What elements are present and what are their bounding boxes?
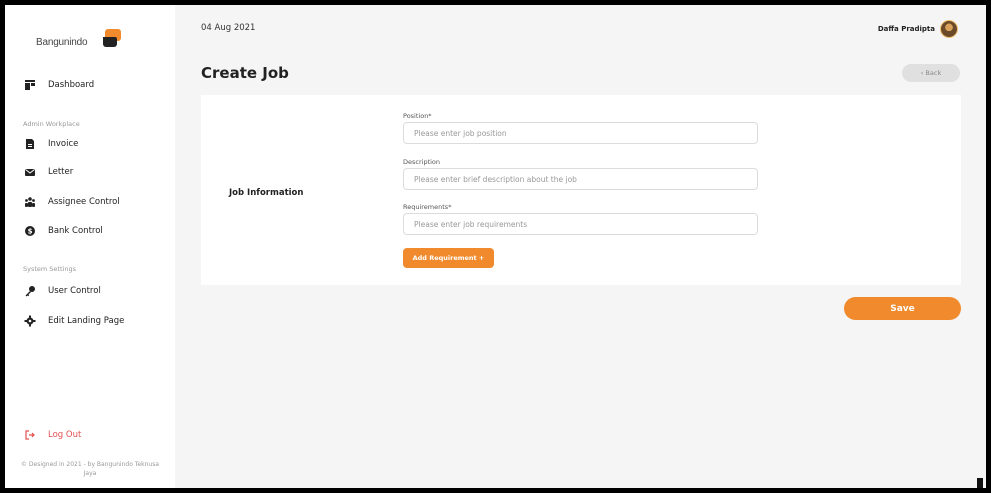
requirements-input[interactable] — [403, 213, 758, 235]
svg-text:$: $ — [28, 228, 33, 236]
position-input[interactable] — [403, 122, 758, 144]
footer-copyright: © Designed in 2021 - by Bangunindo Teknu… — [20, 461, 159, 477]
users-icon — [23, 195, 37, 209]
sidebar-item-label: Invoice — [48, 139, 79, 149]
description-input[interactable] — [403, 168, 758, 190]
back-button[interactable]: ‹ Back — [902, 64, 960, 82]
dashboard-icon — [23, 78, 37, 92]
sidebar: Bangunindo Dashboard Admin Workplace Inv… — [5, 5, 175, 488]
app-window: Bangunindo Dashboard Admin Workplace Inv… — [5, 5, 986, 488]
sidebar-item-dashboard[interactable]: Dashboard — [23, 75, 94, 95]
sidebar-item-label: Dashboard — [48, 80, 95, 90]
dollar-icon: $ — [23, 224, 37, 238]
requirements-label: Requirements* — [403, 203, 452, 211]
brand-name: Bangunindo — [36, 37, 88, 48]
sidebar-item-assignee-control[interactable]: Assignee Control — [23, 192, 120, 212]
current-date: 04 Aug 2021 — [201, 23, 256, 33]
gear-icon — [23, 314, 37, 328]
job-form-card: Job Information Position* Description Re… — [201, 95, 961, 285]
description-label: Description — [403, 158, 441, 166]
user-name: Daffa Pradipta — [877, 25, 935, 33]
sidebar-item-invoice[interactable]: Invoice — [23, 134, 78, 154]
page-title: Create Job — [201, 64, 289, 82]
section-title: Job Information — [229, 188, 304, 198]
save-button[interactable]: Save — [844, 297, 961, 320]
corner-marker — [977, 478, 983, 488]
sidebar-item-edit-landing-page[interactable]: Edit Landing Page — [23, 311, 124, 331]
add-requirement-button[interactable]: Add Requirement + — [403, 248, 494, 268]
logout-label: Log Out — [48, 430, 82, 440]
brand-logo[interactable]: Bangunindo — [35, 23, 135, 55]
sidebar-item-label: Edit Landing Page — [48, 316, 125, 326]
sidebar-item-letter[interactable]: Letter — [23, 162, 73, 182]
user-menu[interactable]: Daffa Pradipta — [878, 20, 958, 38]
sidebar-item-label: Assignee Control — [48, 197, 120, 207]
position-label: Position* — [403, 112, 432, 120]
sidebar-item-user-control[interactable]: User Control — [23, 281, 101, 301]
logo-mark-icon — [103, 29, 121, 49]
invoice-icon — [23, 137, 37, 151]
sidebar-item-label: User Control — [48, 286, 101, 296]
sidebar-item-bank-control[interactable]: $ Bank Control — [23, 221, 103, 241]
section-label-admin: Admin Workplace — [23, 120, 80, 128]
envelope-icon — [23, 165, 37, 179]
key-icon — [23, 284, 37, 298]
section-label-system: System Settings — [23, 265, 76, 273]
sidebar-item-label: Letter — [48, 167, 74, 177]
avatar — [940, 20, 958, 38]
sidebar-item-label: Bank Control — [48, 226, 103, 236]
logout-icon — [23, 428, 37, 442]
logout-button[interactable]: Log Out — [23, 425, 81, 445]
